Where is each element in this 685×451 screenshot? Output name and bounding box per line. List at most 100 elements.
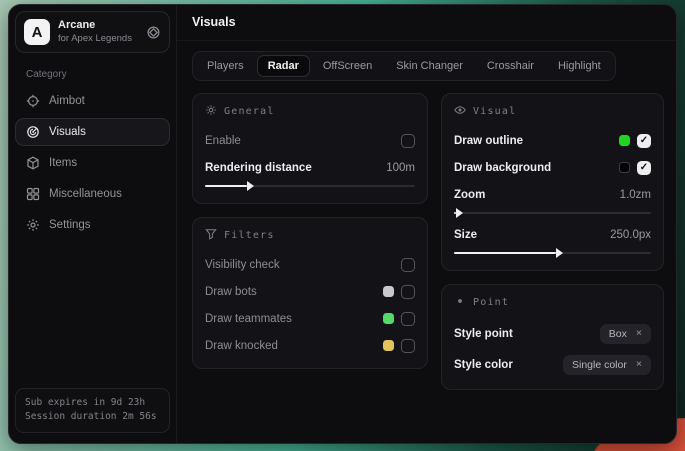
size-row: Size 250.0px xyxy=(454,224,651,245)
draw-teammates-color-swatch[interactable] xyxy=(383,313,394,324)
tab-bar: Players Radar OffScreen Skin Changer Cro… xyxy=(192,51,616,81)
style-color-selected-value: Single color xyxy=(572,359,627,371)
draw-background-checkbox[interactable]: ✓ xyxy=(637,161,651,175)
zoom-value: 1.0zm xyxy=(620,189,651,201)
rendering-distance-label: Rendering distance xyxy=(205,162,312,174)
panel-title: Visual xyxy=(473,106,516,117)
tab-radar[interactable]: Radar xyxy=(257,55,310,77)
draw-bots-checkbox[interactable] xyxy=(401,285,415,299)
visibility-check-checkbox[interactable] xyxy=(401,258,415,272)
sub-expiry: Sub expires in 9d 23h xyxy=(25,396,160,411)
draw-knocked-checkbox[interactable] xyxy=(401,339,415,353)
panel-title: Filters xyxy=(224,230,275,241)
clear-icon[interactable]: × xyxy=(636,359,642,370)
sidebar-item-miscellaneous[interactable]: Miscellaneous xyxy=(15,180,170,208)
size-label: Size xyxy=(454,229,477,241)
panel-general: General Enable Rendering distance 100m xyxy=(192,93,428,204)
enable-checkbox[interactable] xyxy=(401,134,415,148)
desktop-background: A Arcane for Apex Legends Category xyxy=(0,0,685,451)
draw-teammates-row: Draw teammates xyxy=(205,308,415,329)
sidebar-item-label: Aimbot xyxy=(49,95,85,107)
size-value: 250.0px xyxy=(610,229,651,241)
sidebar-item-label: Settings xyxy=(49,219,91,231)
tab-highlight[interactable]: Highlight xyxy=(547,55,612,77)
radar-icon xyxy=(26,125,40,139)
style-point-selected-value: Box xyxy=(609,328,627,340)
visibility-check-row: Visibility check xyxy=(205,254,415,275)
enable-row: Enable xyxy=(205,130,415,151)
category-label: Category xyxy=(26,69,170,80)
draw-knocked-row: Draw knocked xyxy=(205,335,415,356)
session-card: Sub expires in 9d 23h Session duration 2… xyxy=(15,388,170,433)
draw-background-label: Draw background xyxy=(454,162,551,174)
style-color-row: Style color Single color × xyxy=(454,352,651,377)
gear-sun-icon xyxy=(205,104,217,119)
scope-icon[interactable] xyxy=(146,25,161,40)
app-name: Arcane xyxy=(58,19,138,33)
sidebar-item-aimbot[interactable]: Aimbot xyxy=(15,87,170,115)
arcane-window: A Arcane for Apex Legends Category xyxy=(8,4,677,444)
tab-offscreen[interactable]: OffScreen xyxy=(312,55,383,77)
sidebar-item-label: Miscellaneous xyxy=(49,188,122,200)
panel-visual: Visual Draw outline ✓ Draw background xyxy=(441,93,664,271)
draw-outline-label: Draw outline xyxy=(454,135,523,147)
session-duration: Session duration 2m 56s xyxy=(25,410,160,425)
package-icon xyxy=(26,156,40,170)
size-slider[interactable] xyxy=(454,248,651,258)
style-point-select[interactable]: Box × xyxy=(600,324,651,344)
draw-bots-row: Draw bots xyxy=(205,281,415,302)
crosshair-icon xyxy=(26,94,40,108)
sidebar-item-label: Items xyxy=(49,157,77,169)
slider-fill xyxy=(454,252,556,254)
panel-title: General xyxy=(224,106,275,117)
sidebar-item-label: Visuals xyxy=(49,126,86,138)
page-title: Visuals xyxy=(177,5,676,41)
panel-title: Point xyxy=(473,297,509,308)
sidebar-item-settings[interactable]: Settings xyxy=(15,211,170,239)
app-logo: A xyxy=(24,19,50,45)
main-content: Visuals Players Radar OffScreen Skin Cha… xyxy=(177,5,676,443)
rendering-distance-row: Rendering distance 100m xyxy=(205,157,415,178)
grid-icon xyxy=(26,187,40,201)
style-point-label: Style point xyxy=(454,328,513,340)
funnel-icon xyxy=(205,228,217,243)
point-icon xyxy=(454,295,466,310)
brand-card: A Arcane for Apex Legends xyxy=(15,11,170,53)
draw-background-color-swatch[interactable] xyxy=(619,162,630,173)
panel-point: Point Style point Box × Style color xyxy=(441,284,664,390)
slider-fill xyxy=(454,212,456,214)
sidebar-item-items[interactable]: Items xyxy=(15,149,170,177)
tab-players[interactable]: Players xyxy=(196,55,255,77)
app-tagline: for Apex Legends xyxy=(58,33,138,45)
zoom-slider[interactable] xyxy=(454,208,651,218)
draw-outline-checkbox[interactable]: ✓ xyxy=(637,134,651,148)
sidebar-item-visuals[interactable]: Visuals xyxy=(15,118,170,146)
sidebar: A Arcane for Apex Legends Category xyxy=(9,5,177,443)
eye-icon xyxy=(454,104,466,119)
draw-teammates-label: Draw teammates xyxy=(205,313,292,325)
panel-filters: Filters Visibility check Draw bots xyxy=(192,217,428,369)
draw-bots-color-swatch[interactable] xyxy=(383,286,394,297)
zoom-row: Zoom 1.0zm xyxy=(454,184,651,205)
draw-outline-row: Draw outline ✓ xyxy=(454,130,651,151)
sidebar-nav: Aimbot Visuals xyxy=(15,87,170,239)
tab-skin-changer[interactable]: Skin Changer xyxy=(385,55,474,77)
draw-teammates-checkbox[interactable] xyxy=(401,312,415,326)
slider-fill xyxy=(205,185,247,187)
draw-outline-color-swatch[interactable] xyxy=(619,135,630,146)
draw-background-row: Draw background ✓ xyxy=(454,157,651,178)
style-color-label: Style color xyxy=(454,359,513,371)
draw-knocked-color-swatch[interactable] xyxy=(383,340,394,351)
draw-bots-label: Draw bots xyxy=(205,286,257,298)
style-color-select[interactable]: Single color × xyxy=(563,355,651,375)
visibility-check-label: Visibility check xyxy=(205,259,280,271)
enable-label: Enable xyxy=(205,135,241,147)
rendering-distance-value: 100m xyxy=(386,162,415,174)
clear-icon[interactable]: × xyxy=(636,328,642,339)
rendering-distance-slider[interactable] xyxy=(205,181,415,191)
tab-crosshair[interactable]: Crosshair xyxy=(476,55,545,77)
zoom-label: Zoom xyxy=(454,189,485,201)
gear-icon xyxy=(26,218,40,232)
style-point-row: Style point Box × xyxy=(454,321,651,346)
draw-knocked-label: Draw knocked xyxy=(205,340,278,352)
